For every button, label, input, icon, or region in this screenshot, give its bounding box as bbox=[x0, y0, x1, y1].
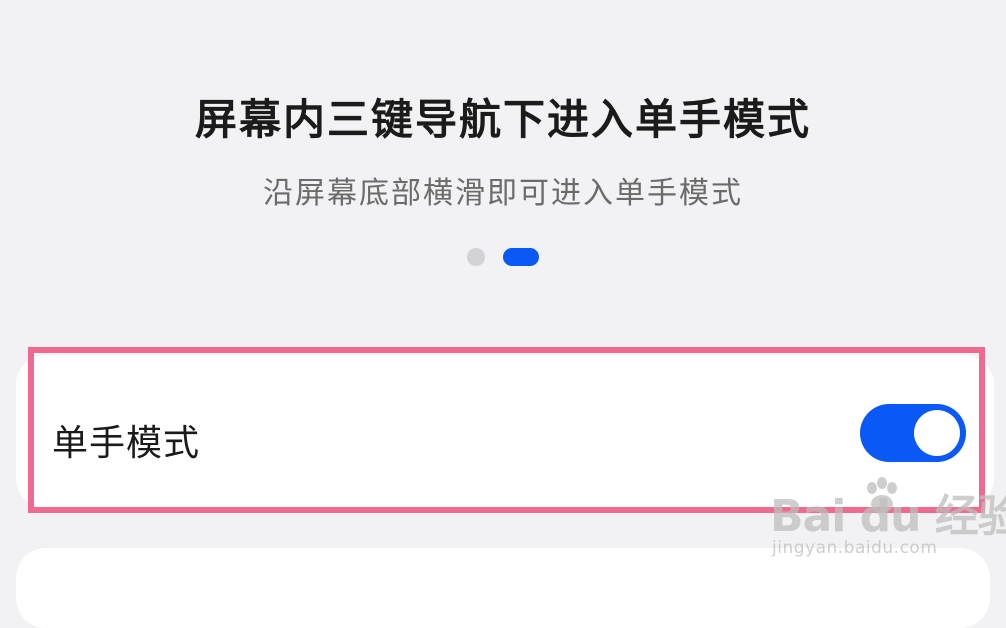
guide-title: 屏幕内三键导航下进入单手模式 bbox=[194, 95, 811, 144]
watermark-url: jingyan.baidu.com bbox=[772, 538, 938, 558]
guide-subtitle: 沿屏幕底部横滑即可进入单手模式 bbox=[263, 176, 743, 211]
page-dot-2-active[interactable] bbox=[503, 248, 539, 266]
page-dot-1[interactable] bbox=[467, 248, 485, 266]
paw-icon bbox=[867, 477, 897, 513]
page-indicator bbox=[0, 248, 1006, 266]
baidu-jingyan-watermark: Bai du 经验 jingyan.baidu.com bbox=[770, 470, 1006, 570]
